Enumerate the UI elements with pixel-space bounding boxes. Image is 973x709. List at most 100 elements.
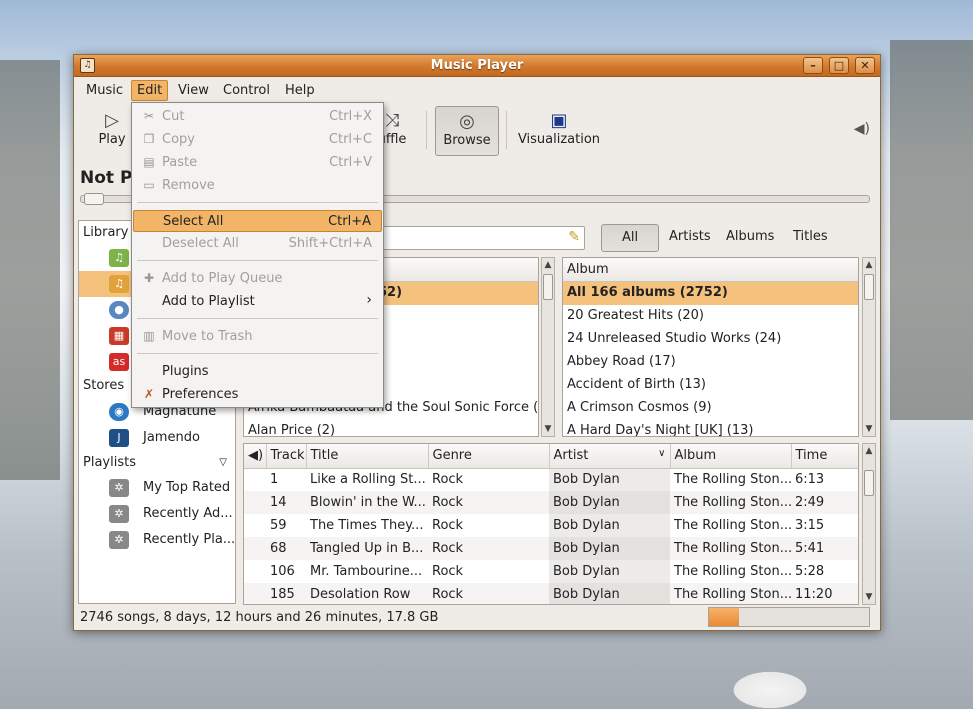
column-header-time[interactable]: Time [791,444,858,469]
playlist-item[interactable]: ✲ Recently Pla... [79,527,235,553]
track-time: 11:20 [791,583,858,604]
column-header-track[interactable]: Track [266,444,307,469]
menu-item-copy[interactable]: ❐ Copy Ctrl+C [133,129,382,151]
menu-item-move-to-trash[interactable]: ▥ Move to Trash [133,326,382,348]
column-header-album[interactable]: Album [670,444,792,469]
scroll-up-icon[interactable]: ▲ [863,444,875,458]
album-row[interactable]: A Crimson Cosmos (9) [563,397,858,420]
scrollbar-thumb[interactable] [543,274,553,300]
menu-item-add-to-playlist[interactable]: Add to Playlist › [133,291,382,313]
menu-separator [137,318,378,319]
album-row[interactable]: A Hard Day's Night [UK] (13) [563,420,858,436]
store-jamendo[interactable]: J Jamendo [79,425,235,451]
table-row[interactable]: 14 Blowin' in the W... Rock Bob Dylan The Ro… [244,491,858,514]
menu-item-paste[interactable]: ▤ Paste Ctrl+V [133,152,382,174]
album-row[interactable]: All 166 albums (2752) [563,282,858,305]
gear-icon: ✲ [109,505,129,523]
track-artist: Bob Dylan [549,514,670,537]
menu-control[interactable]: Control [218,81,275,100]
menu-accel: Ctrl+A [328,214,371,229]
search-input[interactable]: ✎ [380,226,585,250]
track-time: 5:28 [795,564,825,579]
volume-icon[interactable]: ◀) [854,121,870,137]
artist-scrollbar[interactable]: ▲ ▼ [541,257,555,437]
minimize-button[interactable]: – [803,57,823,74]
browse-button[interactable]: ◎ Browse [435,106,499,156]
menu-view[interactable]: View [173,81,214,100]
filter-all-button[interactable]: All [601,224,659,252]
visualization-label: Visualization [517,132,601,147]
scroll-down-icon[interactable]: ▼ [863,590,875,604]
menu-edit[interactable]: Edit [131,80,169,101]
play-label: Play [98,132,126,147]
album-scrollbar[interactable]: ▲ ▼ [862,257,876,437]
visualization-button[interactable]: ▣ Visualization [514,106,604,156]
album-row[interactable]: 24 Unreleased Studio Works (24) [563,328,858,351]
scrollbar-thumb[interactable] [864,274,874,300]
track-title: Like a Rolling St... [310,472,426,488]
menu-item-deselect-all[interactable]: Deselect All Shift+Ctrl+A [133,233,382,255]
titlebar[interactable]: ♫ Music Player – □ ✕ [74,55,880,77]
table-row[interactable]: 68 Tangled Up in B... Rock Bob Dylan The Rol… [244,537,858,560]
menu-label: Select All [163,214,224,229]
trash-icon: ▥ [143,329,155,343]
album-column-header[interactable]: Album [563,258,858,282]
menu-item-remove[interactable]: ▭ Remove [133,175,382,197]
track-time: 5:41 [791,537,858,560]
menu-help[interactable]: Help [280,81,320,100]
playlist-item[interactable]: ✲ My Top Rated [79,475,235,501]
track-title: Desolation Row [306,583,428,604]
menu-item-cut[interactable]: ✂ Cut Ctrl+X [133,106,382,128]
menu-music[interactable]: Music [81,81,128,100]
track-genre: Rock [428,537,549,560]
add-icon: ✚ [143,271,155,285]
filter-artists-button[interactable]: Artists [661,224,719,252]
filter-albums-button[interactable]: Albums [718,224,782,252]
column-header-genre[interactable]: Genre [428,444,550,469]
play-button[interactable]: ▷ Play [92,106,132,156]
album-row[interactable]: 20 Greatest Hits (20) [563,305,858,328]
artist-row[interactable]: Alan Price (2) [244,420,538,436]
filter-titles-button[interactable]: Titles [785,224,836,252]
jamendo-icon: J [109,429,129,447]
track-time: 6:13 [795,472,825,488]
track-list[interactable]: ◀) Track Title Genre Artist ∨ Album Time … [243,443,859,605]
menu-separator [137,260,378,261]
sort-chevron-icon: ∨ [658,448,666,460]
play-icon: ▷ [105,110,119,131]
menu-item-preferences[interactable]: ✗ Preferences [133,384,382,406]
table-row[interactable]: 59 The Times They... Rock Bob Dylan The Roll… [244,514,858,537]
menu-item-plugins[interactable]: Plugins [133,361,382,383]
scroll-up-icon[interactable]: ▲ [863,258,875,272]
menu-label: Copy [162,132,195,147]
now-playing-cell [244,514,266,537]
seek-slider-knob[interactable] [84,193,104,205]
scrollbar-thumb[interactable] [864,470,874,496]
progress-fill [709,608,740,626]
scroll-down-icon[interactable]: ▼ [542,422,554,436]
column-header-artist[interactable]: Artist ∨ [549,444,671,469]
scroll-down-icon[interactable]: ▼ [863,422,875,436]
album-row[interactable]: Abbey Road (17) [563,351,858,374]
clear-search-icon[interactable]: ✎ [568,229,580,245]
now-playing-column-header[interactable]: ◀) [244,444,267,469]
album-row[interactable]: Accident of Birth (13) [563,374,858,397]
scissors-icon: ✂ [143,109,155,123]
menu-item-select-all[interactable]: Select All Ctrl+A [133,210,382,232]
scroll-up-icon[interactable]: ▲ [542,258,554,272]
playlist-item[interactable]: ✲ Recently Ad... [79,501,235,527]
table-row[interactable]: 1 Like a Rolling St... Rock Bob Dylan The Ro… [244,468,858,491]
track-number: 106 [270,564,295,579]
album-pane[interactable]: Album All 166 albums (2752) 20 Greatest … [562,257,859,437]
close-button[interactable]: ✕ [855,57,875,74]
column-header-title[interactable]: Title [306,444,429,469]
menu-item-add-to-queue[interactable]: ✚ Add to Play Queue [133,268,382,290]
table-row[interactable]: 106 Mr. Tambourine... Rock Bob Dylan The Rol… [244,560,858,583]
table-row[interactable]: 185 Desolation Row Rock Bob Dylan The Rollin… [244,583,858,604]
chevron-down-icon[interactable]: ▽ [219,457,227,468]
track-artist: Bob Dylan [549,491,670,514]
track-scrollbar[interactable]: ▲ ▼ [862,443,876,605]
music-library-icon: ♫ [109,275,129,293]
maximize-button[interactable]: □ [829,57,849,74]
track-artist: Bob Dylan [549,537,670,560]
